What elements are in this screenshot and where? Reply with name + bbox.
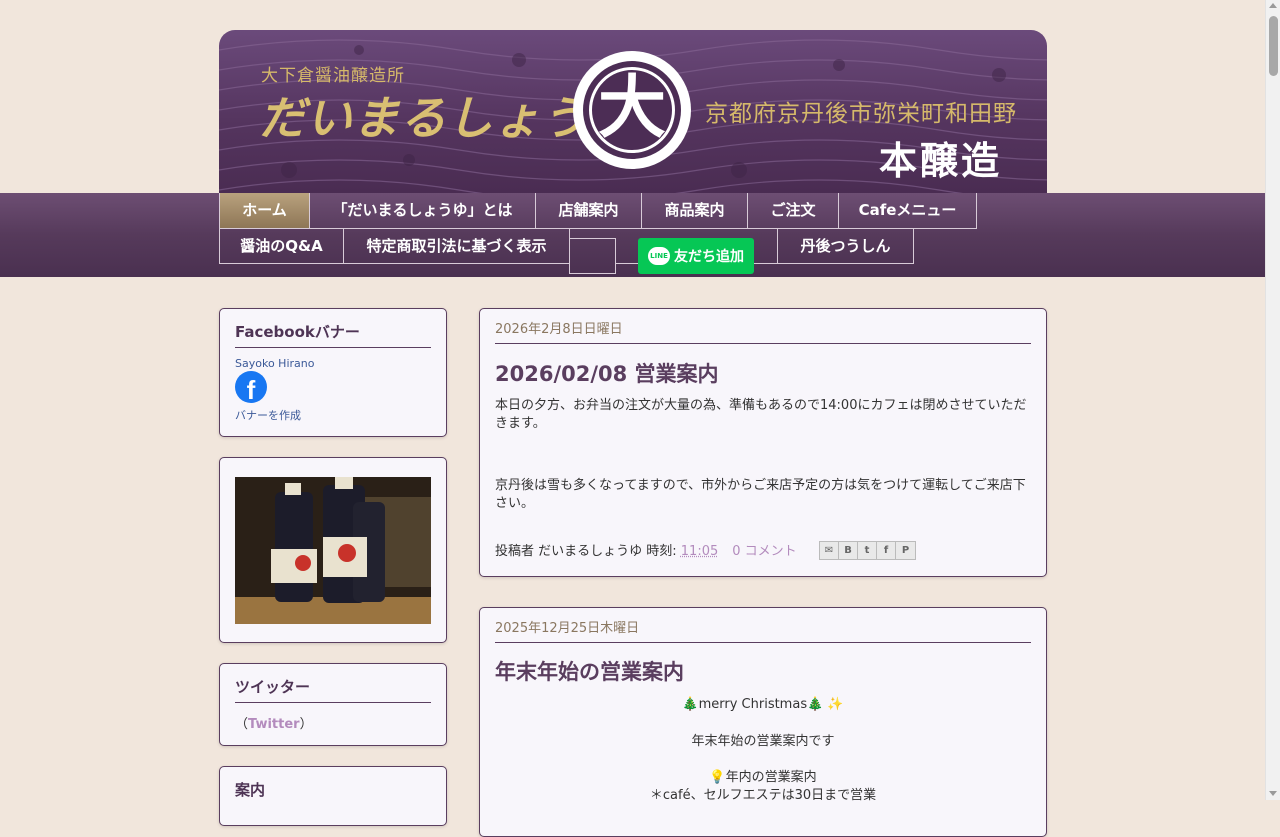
post-title[interactable]: 年末年始の営業案内 bbox=[495, 656, 684, 686]
guide-widget-title: 案内 bbox=[235, 779, 265, 800]
nav-home[interactable]: ホーム bbox=[219, 193, 310, 229]
scroll-up-icon[interactable] bbox=[1269, 3, 1277, 8]
twitter-link[interactable]: Twitter bbox=[248, 717, 300, 732]
photo-widget bbox=[219, 457, 447, 643]
post-line: ＊café、セルフエステは30日まで営業 bbox=[495, 787, 1031, 805]
nav-store-info[interactable]: 店舗案内 bbox=[536, 193, 642, 229]
divider bbox=[235, 702, 431, 703]
nav-soy-qa[interactable]: 醤油のQ&A bbox=[219, 228, 344, 264]
post-time-link[interactable]: 11:05 bbox=[681, 544, 718, 559]
paren-open: （ bbox=[235, 717, 248, 732]
facebook-widget-title: Facebookバナー bbox=[235, 321, 360, 342]
soy-sauce-bottles-image[interactable] bbox=[235, 477, 431, 624]
blog-post: 2025年12月25日木曜日 年末年始の営業案内 🎄merry Christma… bbox=[479, 607, 1047, 837]
twitter-widget-title: ツイッター bbox=[235, 676, 310, 697]
tagline: 本醸造 bbox=[879, 130, 1002, 185]
address: 京都府京丹後市弥栄町和田野 bbox=[705, 94, 1017, 128]
line-widget-box bbox=[569, 238, 616, 274]
scroll-down-icon[interactable] bbox=[1269, 791, 1277, 796]
nav-commerce-law[interactable]: 特定商取引法に基づく表示 bbox=[344, 228, 570, 264]
make-banner-link[interactable]: バナーを作成 bbox=[235, 407, 301, 423]
post-date: 2025年12月25日木曜日 bbox=[495, 617, 639, 636]
post-line: 💡年内の営業案内 bbox=[495, 769, 1031, 787]
line-button-label: 友だち追加 bbox=[674, 246, 744, 266]
twitter-share-icon[interactable]: t bbox=[858, 542, 877, 559]
twitter-link-line: （Twitter） bbox=[235, 713, 313, 732]
nav-about[interactable]: 「だいまるしょうゆ」とは bbox=[310, 193, 536, 229]
logo-kanji: 大 bbox=[573, 63, 691, 153]
post-title[interactable]: 2026/02/08 営業案内 bbox=[495, 358, 719, 388]
email-share-icon[interactable]: ✉ bbox=[820, 542, 839, 559]
pinterest-share-icon[interactable]: P bbox=[896, 542, 915, 559]
post-date: 2026年2月8日日曜日 bbox=[495, 318, 623, 337]
facebook-share-icon[interactable]: f bbox=[877, 542, 896, 559]
nav-cafe-menu[interactable]: Cafeメニュー bbox=[839, 193, 977, 229]
divider bbox=[495, 642, 1031, 643]
blog-post: 2026年2月8日日曜日 2026/02/08 営業案内 本日の夕方、お弁当の注… bbox=[479, 308, 1047, 577]
nav-tango-news[interactable]: 丹後つうしん bbox=[778, 228, 914, 264]
nav-order[interactable]: ご注文 bbox=[748, 193, 839, 229]
facebook-icon[interactable]: f bbox=[235, 371, 267, 403]
blogger-share-icon[interactable]: B bbox=[839, 542, 858, 559]
post-footer: 投稿者 だいまるしょうゆ 時刻: 11:05 0 コメント bbox=[495, 540, 797, 559]
share-buttons: ✉ B t f P bbox=[819, 541, 916, 560]
divider bbox=[495, 343, 1031, 344]
page-scrollbar[interactable] bbox=[1265, 0, 1280, 800]
post-line: 🎄merry Christmas🎄 ✨ bbox=[495, 696, 1031, 714]
scrollbar-thumb[interactable] bbox=[1269, 16, 1278, 76]
facebook-widget: Facebookバナー Sayoko Hirano f バナーを作成 bbox=[219, 308, 447, 437]
post-body-paragraph: 本日の夕方、お弁当の注文が大量の為、準備もあるので14:00にカフェは閉めさせて… bbox=[495, 397, 1031, 433]
nav-products[interactable]: 商品案内 bbox=[642, 193, 748, 229]
guide-widget: 案内 bbox=[219, 766, 447, 826]
line-icon: LINE bbox=[648, 247, 670, 265]
divider bbox=[235, 347, 431, 348]
post-body-paragraph: 京丹後は雪も多くなってますので、市外からご来店予定の方は気をつけて運転してご来店… bbox=[495, 477, 1031, 513]
header-banner: 大下倉醤油醸造所 だいまるしょうゆ 大 京都府京丹後市弥栄町和田野 本醸造 bbox=[219, 30, 1047, 193]
line-add-friend-button[interactable]: LINE 友だち追加 bbox=[638, 238, 754, 274]
comments-link[interactable]: 0 コメント bbox=[732, 544, 796, 559]
brand-logo[interactable]: 大 bbox=[573, 51, 691, 169]
paren-close: ） bbox=[300, 717, 313, 732]
facebook-profile-name[interactable]: Sayoko Hirano bbox=[235, 357, 314, 370]
post-line: 年末年始の営業案内です bbox=[495, 733, 1031, 751]
post-author: 投稿者 だいまるしょうゆ 時刻: bbox=[495, 544, 681, 559]
twitter-widget: ツイッター （Twitter） bbox=[219, 663, 447, 746]
